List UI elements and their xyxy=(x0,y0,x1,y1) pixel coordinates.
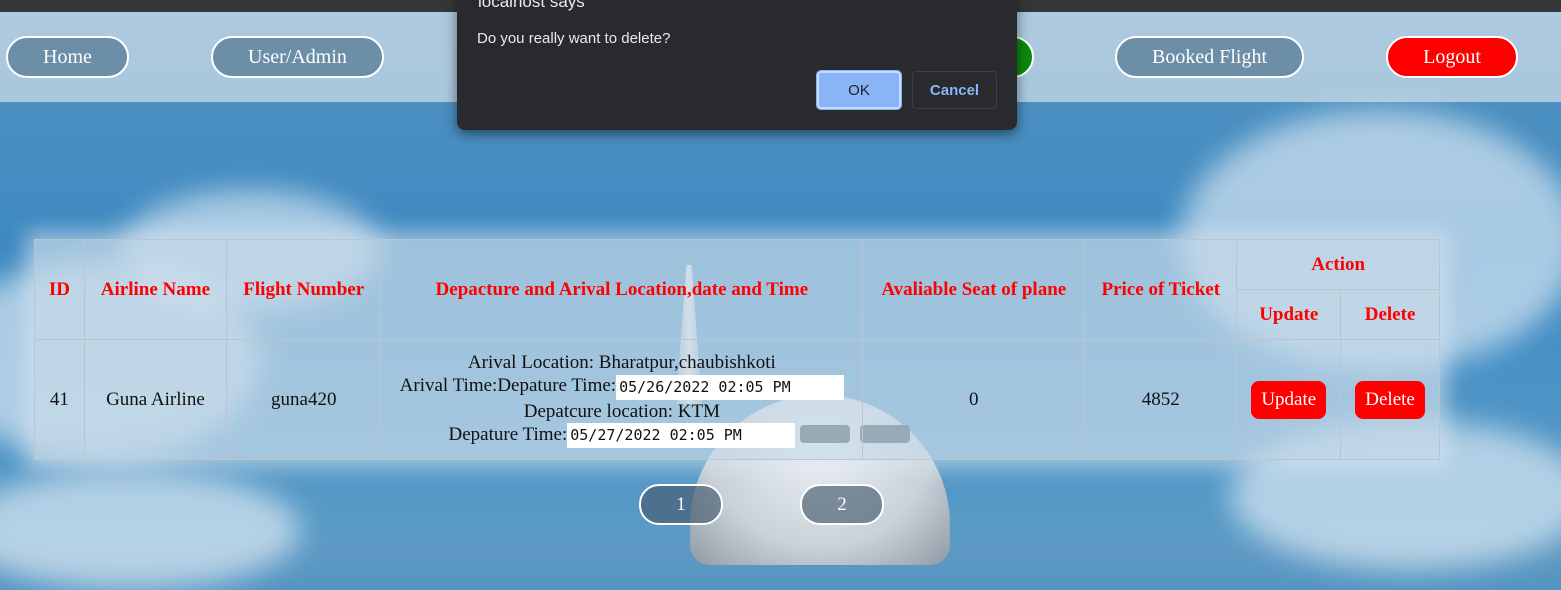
cell-update: Update xyxy=(1236,339,1342,460)
departure-datetime-input[interactable]: 05/27/2022 02:05 PM xyxy=(567,422,796,448)
dialog-title: localhost says xyxy=(478,0,585,11)
cell-airline: Guna Airline xyxy=(83,339,228,460)
cell-id: 41 xyxy=(34,339,85,460)
confirm-dialog: localhost says Do you really want to del… xyxy=(457,0,1017,130)
header-delete: Delete xyxy=(1340,289,1440,340)
dialog-message: Do you really want to delete? xyxy=(477,30,671,47)
arrival-datetime-input[interactable]: 05/26/2022 02:05 PM xyxy=(616,374,845,400)
ok-button[interactable]: OK xyxy=(816,70,902,110)
page-2-button[interactable]: 2 xyxy=(800,484,884,525)
departure-location: Depatcure location: KTM xyxy=(523,400,720,422)
cell-delete: Delete xyxy=(1340,339,1440,460)
departure-time-label: Depature Time: xyxy=(448,423,568,445)
delete-button[interactable]: Delete xyxy=(1355,380,1425,419)
arrival-time-line: Arival Time:Depature Time: 05/26/2022 02:… xyxy=(381,374,862,400)
header-seats: Avaliable Seat of plane xyxy=(862,239,1086,340)
user-admin-button[interactable]: User/Admin xyxy=(211,36,384,78)
arrival-time-label: Arival Time:Depature Time: xyxy=(399,375,617,397)
cell-locations: Arival Location: Bharatpur,chaubishkoti … xyxy=(380,339,864,460)
header-flight-number: Flight Number xyxy=(226,239,382,340)
departure-time-line: Depature Time: 05/27/2022 02:05 PM xyxy=(381,422,862,448)
cell-seats: 0 xyxy=(862,339,1086,460)
flights-table-container: ID Airline Name Flight Number Depacture … xyxy=(34,239,1440,460)
cell-price: 4852 xyxy=(1084,339,1238,460)
cell-flight-number: guna420 xyxy=(226,339,382,460)
header-action: Action xyxy=(1236,239,1440,290)
home-button[interactable]: Home xyxy=(6,36,129,78)
table-row: 41 Guna Airline guna420 Arival Location:… xyxy=(34,339,1440,460)
booked-flight-button[interactable]: Booked Flight xyxy=(1115,36,1304,78)
header-locations: Depacture and Arival Location,date and T… xyxy=(380,239,864,340)
header-airline-name: Airline Name xyxy=(83,239,228,340)
header-update: Update xyxy=(1236,289,1342,340)
update-button[interactable]: Update xyxy=(1251,380,1327,419)
cancel-button[interactable]: Cancel xyxy=(912,71,997,109)
page-1-button[interactable]: 1 xyxy=(639,484,723,525)
header-id: ID xyxy=(34,239,85,340)
header-price: Price of Ticket xyxy=(1084,239,1238,340)
arrival-location: Arival Location: Bharatpur,chaubishkoti xyxy=(467,352,776,374)
flights-table: ID Airline Name Flight Number Depacture … xyxy=(34,239,1440,460)
background-cloud xyxy=(0,470,300,590)
logout-button[interactable]: Logout xyxy=(1386,36,1518,78)
